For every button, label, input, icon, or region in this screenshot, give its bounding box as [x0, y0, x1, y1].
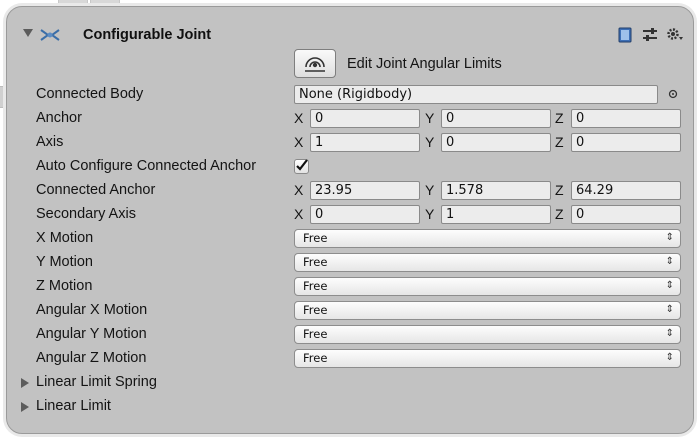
y-axis-label: Y [425, 206, 435, 222]
foldout-linear-limit-spring[interactable]: Linear Limit Spring [7, 371, 693, 395]
anchor-z-field[interactable]: 0 [571, 109, 681, 128]
secondary-axis-z-field[interactable]: 0 [571, 205, 681, 224]
updown-arrows-icon: ⇕ [665, 328, 674, 339]
checkmark-icon [296, 159, 308, 171]
auto-configure-checkbox[interactable] [294, 159, 309, 174]
motion-label: Angular Y Motion [36, 326, 147, 342]
edit-angular-limits-button[interactable] [294, 49, 336, 78]
updown-arrows-icon: ⇕ [665, 280, 674, 291]
updown-arrows-icon: ⇕ [665, 256, 674, 267]
updown-arrows-icon: ⇕ [665, 352, 674, 363]
foldout-label: Linear Limit Spring [36, 374, 157, 390]
y-motion-dropdown[interactable]: Free ⇕ [294, 253, 681, 272]
angular-z-motion-dropdown[interactable]: Free ⇕ [294, 349, 681, 368]
auto-configure-row: Auto Configure Connected Anchor [7, 155, 693, 179]
foldout-label: Linear Limit [36, 398, 111, 414]
z-axis-label: Z [555, 206, 564, 222]
z-motion-dropdown[interactable]: Free ⇕ [294, 277, 681, 296]
motion-row-y: Y Motion Free ⇕ [7, 251, 693, 275]
vector-row-connected-anchor: Connected Anchor X 23.95 Y 1.578 Z 64.29 [7, 179, 693, 203]
fold-arrow-icon[interactable] [21, 378, 29, 388]
joint-edit-icon [305, 57, 325, 72]
fold-arrow-icon[interactable] [23, 29, 33, 37]
connected-anchor-z-field[interactable]: 64.29 [571, 181, 681, 200]
vector-label: Anchor [36, 110, 82, 126]
sliders-icon[interactable] [642, 27, 658, 43]
book-icon[interactable] [618, 27, 632, 43]
motion-row-angular-z: Angular Z Motion Free ⇕ [7, 347, 693, 371]
side-handle [0, 86, 5, 108]
updown-arrows-icon: ⇕ [665, 304, 674, 315]
connected-anchor-y-field[interactable]: 1.578 [441, 181, 551, 200]
connected-body-label: Connected Body [36, 86, 144, 102]
z-axis-label: Z [555, 110, 564, 126]
motion-row-angular-x: Angular X Motion Free ⇕ [7, 299, 693, 323]
y-axis-label: Y [425, 110, 435, 126]
x-motion-dropdown[interactable]: Free ⇕ [294, 229, 681, 248]
axis-y-field[interactable]: 0 [441, 133, 551, 152]
x-axis-label: X [294, 110, 304, 126]
auto-configure-label: Auto Configure Connected Anchor [36, 158, 257, 174]
dropdown-value: Free [303, 351, 328, 365]
motion-label: Y Motion [36, 254, 93, 270]
motion-row-z: Z Motion Free ⇕ [7, 275, 693, 299]
motion-label: Z Motion [36, 278, 93, 294]
dropdown-value: Free [303, 255, 328, 269]
y-axis-label: Y [425, 182, 435, 198]
connected-body-row: Connected Body None (Rigidbody) [7, 83, 693, 107]
anchor-x-field[interactable]: 0 [310, 109, 420, 128]
motion-label: X Motion [36, 230, 94, 246]
axis-x-field[interactable]: 1 [310, 133, 420, 152]
secondary-axis-y-field[interactable]: 1 [441, 205, 551, 224]
foldout-linear-limit[interactable]: Linear Limit [7, 395, 693, 419]
vector-label: Connected Anchor [36, 182, 156, 198]
connected-body-field[interactable]: None (Rigidbody) [294, 85, 658, 104]
motion-row-x: X Motion Free ⇕ [7, 227, 693, 251]
angular-x-motion-dropdown[interactable]: Free ⇕ [294, 301, 681, 320]
angular-y-motion-dropdown[interactable]: Free ⇕ [294, 325, 681, 344]
dropdown-value: Free [303, 327, 328, 341]
y-axis-label: Y [425, 134, 435, 150]
motion-label: Angular X Motion [36, 302, 148, 318]
motion-label: Angular Z Motion [36, 350, 147, 366]
z-axis-label: Z [555, 182, 564, 198]
x-axis-label: X [294, 134, 304, 150]
dropdown-value: Free [303, 279, 328, 293]
edit-angular-limits-label: Edit Joint Angular Limits [347, 56, 502, 72]
anchor-y-field[interactable]: 0 [441, 109, 551, 128]
dropdown-value: Free [303, 303, 328, 317]
joint-icon [40, 29, 60, 41]
x-axis-label: X [294, 206, 304, 222]
edit-angular-limits-row: Edit Joint Angular Limits [7, 46, 693, 82]
updown-arrows-icon: ⇕ [665, 232, 674, 243]
component-header[interactable]: Configurable Joint [7, 23, 693, 47]
secondary-axis-x-field[interactable]: 0 [310, 205, 420, 224]
vector-row-anchor: Anchor X 0 Y 0 Z 0 [7, 107, 693, 131]
component-title: Configurable Joint [83, 27, 212, 43]
fold-arrow-icon[interactable] [21, 402, 29, 412]
object-picker-icon[interactable] [668, 89, 678, 99]
z-axis-label: Z [555, 134, 564, 150]
connected-anchor-x-field[interactable]: 23.95 [310, 181, 420, 200]
x-axis-label: X [294, 182, 304, 198]
motion-row-angular-y: Angular Y Motion Free ⇕ [7, 323, 693, 347]
gear-icon[interactable] [666, 27, 684, 43]
vector-row-axis: Axis X 1 Y 0 Z 0 [7, 131, 693, 155]
vector-row-secondary-axis: Secondary Axis X 0 Y 1 Z 0 [7, 203, 693, 227]
vector-label: Axis [36, 134, 64, 150]
inspector-panel: Configurable Joint Edit Joint Angular Li… [6, 6, 694, 434]
axis-z-field[interactable]: 0 [571, 133, 681, 152]
dropdown-value: Free [303, 231, 328, 245]
vector-label: Secondary Axis [36, 206, 136, 222]
